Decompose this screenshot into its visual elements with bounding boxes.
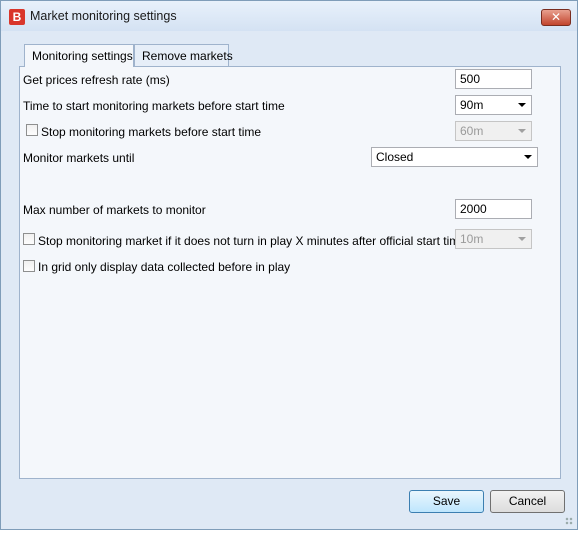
monitor-until-value: Closed xyxy=(376,150,414,164)
max-markets-label: Max number of markets to monitor xyxy=(23,203,206,217)
refresh-rate-input[interactable]: 500 xyxy=(455,69,532,89)
chevron-down-icon xyxy=(524,155,532,159)
tab-monitoring-settings[interactable]: Monitoring settings xyxy=(24,44,134,67)
grid-only-checkbox[interactable] xyxy=(23,260,35,272)
save-button[interactable]: Save xyxy=(409,490,484,513)
chevron-down-icon xyxy=(518,103,526,107)
settings-dialog: B Market monitoring settings ✕ Monitorin… xyxy=(0,0,578,530)
chevron-down-icon xyxy=(518,129,526,133)
max-markets-input[interactable]: 2000 xyxy=(455,199,532,219)
start-monitoring-label: Time to start monitoring markets before … xyxy=(23,99,285,113)
cancel-button[interactable]: Cancel xyxy=(490,490,565,513)
tab-remove-markets[interactable]: Remove markets xyxy=(134,44,233,66)
monitor-until-label: Monitor markets until xyxy=(23,151,135,165)
grid-only-label: In grid only display data collected befo… xyxy=(38,260,291,274)
window-title: Market monitoring settings xyxy=(30,9,177,23)
title-bar[interactable]: B Market monitoring settings ✕ xyxy=(1,1,577,31)
start-monitoring-select[interactable]: 90m xyxy=(455,95,532,115)
stop-inplay-value: 10m xyxy=(460,232,484,246)
resize-grip-icon[interactable] xyxy=(565,517,573,525)
stop-before-select: 60m xyxy=(455,121,532,141)
stop-before-value: 60m xyxy=(460,124,484,138)
monitoring-settings-panel: Get prices refresh rate (ms) 500 Time to… xyxy=(19,66,561,479)
chevron-down-icon xyxy=(518,237,526,241)
refresh-rate-label: Get prices refresh rate (ms) xyxy=(23,73,170,87)
start-monitoring-value: 90m xyxy=(460,98,484,112)
stop-before-checkbox[interactable] xyxy=(26,124,38,136)
app-logo-icon: B xyxy=(9,9,25,25)
stop-inplay-label: Stop monitoring market if it does not tu… xyxy=(38,234,466,248)
close-button[interactable]: ✕ xyxy=(541,9,571,26)
stop-before-label: Stop monitoring markets before start tim… xyxy=(41,125,262,139)
monitor-until-select[interactable]: Closed xyxy=(371,147,538,167)
stop-inplay-checkbox[interactable] xyxy=(23,233,35,245)
stop-inplay-select: 10m xyxy=(455,229,532,249)
